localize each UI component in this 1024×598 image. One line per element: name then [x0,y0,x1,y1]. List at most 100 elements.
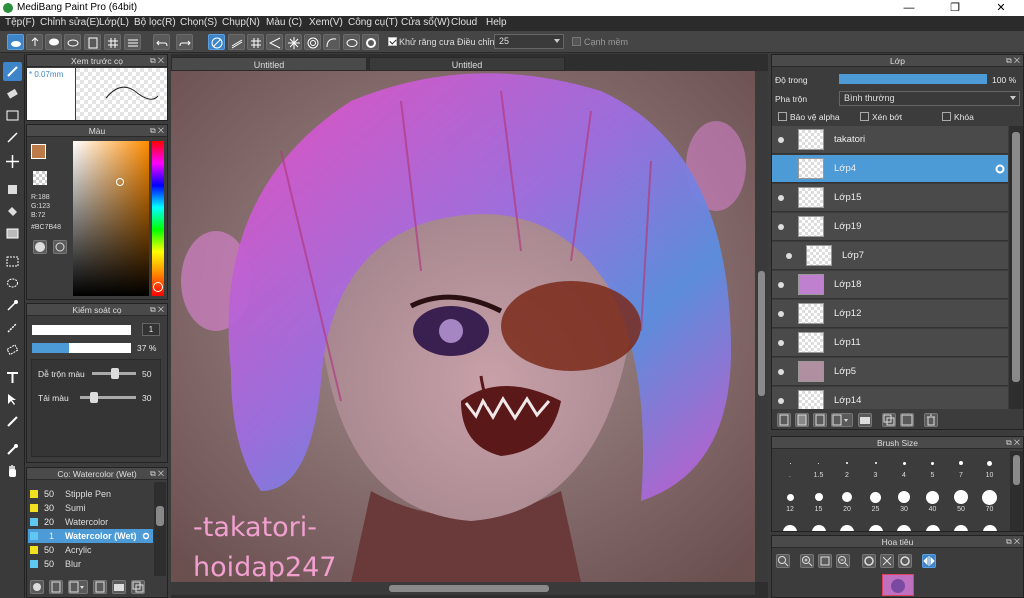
perspective-button[interactable] [266,34,283,50]
brush-size-dot[interactable] [868,525,883,531]
brush-size-scrollbar[interactable] [1010,451,1023,531]
eye-icon[interactable] [778,195,784,201]
move-tool[interactable] [3,152,22,171]
comment-button[interactable] [45,34,62,50]
menu-window[interactable]: Cửa sổ(W) [401,17,450,28]
brush-size-preset[interactable]: 15 [805,487,833,513]
select-pen-tool[interactable] [3,318,22,337]
fit-window-button[interactable] [818,554,832,568]
operation-tool[interactable] [3,390,22,409]
eye-icon[interactable] [778,398,784,404]
close-button[interactable]: ✕ [978,0,1024,16]
smooth-edge-checkbox[interactable] [572,37,581,46]
eyedropper-tool[interactable] [3,440,22,459]
brush-menu-button[interactable] [68,580,88,594]
delete-layer-button[interactable] [924,413,938,427]
clip-checkbox[interactable] [860,112,869,121]
brush-settings-button[interactable] [93,580,107,594]
drawing-canvas[interactable]: -takatori- hoidap247 [171,71,755,582]
brush-opacity-slider[interactable] [32,343,131,353]
brush-size-dot[interactable] [897,525,911,531]
brush-size-preset[interactable]: 50 [947,487,975,513]
duplicate-layer-button[interactable] [882,413,896,427]
layer-row-lop14[interactable]: Lớp14 [772,387,1008,409]
brush-tool[interactable] [3,62,22,81]
pen-tool[interactable] [3,128,22,147]
eraser-tool[interactable] [3,84,22,103]
panel-controls-icon[interactable]: ⧉ ✕ [1006,55,1020,67]
text-tool[interactable] [3,368,22,387]
brush-size-preset[interactable]: . [776,453,804,479]
blend-mode-select[interactable]: Bình thường [839,91,1020,106]
upload-button[interactable] [26,34,43,50]
parallel-ruler-button[interactable] [228,34,245,50]
brush-item-sumi[interactable]: 30 Sumi [28,501,153,515]
saturation-value-picker[interactable] [73,141,149,296]
layer-row-lop4[interactable]: Lớp4 [772,155,1008,183]
brush-size-preset[interactable]: 2 [833,453,861,479]
minimize-button[interactable]: — [886,0,932,16]
gradient-tool[interactable] [3,224,22,243]
panel-controls-icon[interactable]: ⧉ ✕ [150,468,164,480]
zoom-in-button[interactable] [800,554,814,568]
eye-icon[interactable] [778,282,784,288]
selection-off-button[interactable] [208,34,225,50]
color-history-button[interactable] [53,240,67,254]
cloud-save-button[interactable] [64,34,81,50]
cloud-button[interactable] [7,34,24,50]
layer-scroll-thumb[interactable] [1012,132,1020,382]
layer-row-lop15[interactable]: Lớp15 [772,184,1008,212]
brush-item-watercolor-wet[interactable]: 1 Watercolor (Wet) [28,529,153,543]
reload-slider[interactable] [80,396,136,399]
brush-size-preset[interactable]: 12 [776,487,804,513]
brush-size-dot[interactable] [811,525,826,531]
new-halftone-layer-button[interactable] [813,413,827,427]
brush-size-preset[interactable]: 7 [947,453,975,479]
brush-item-watercolor[interactable]: 20 Watercolor [28,515,153,529]
gear-icon[interactable] [142,532,150,540]
hand-tool[interactable] [3,462,22,481]
layer-row-lop11[interactable]: Lớp11 [772,329,1008,357]
menu-filter[interactable]: Bộ lọc(R) [134,17,176,28]
lock-checkbox[interactable] [942,112,951,121]
select-tool[interactable] [3,252,22,271]
reload-slider-handle[interactable] [90,392,98,403]
layer-row-lop19[interactable]: Lớp19 [772,213,1008,241]
lasso-tool[interactable] [3,274,22,293]
snap-settings-button[interactable] [362,34,379,50]
mix-slider-handle[interactable] [111,368,119,379]
gear-icon[interactable] [994,163,1006,175]
brush-size-preset[interactable]: 3 [862,453,890,479]
transparent-swatch[interactable] [33,171,47,185]
brush-size-preset[interactable]: 20 [833,487,861,513]
brush-folder-button[interactable] [112,580,126,594]
navigator-thumbnail[interactable] [882,574,914,596]
eye-icon[interactable] [778,340,784,346]
rotate-left-button[interactable] [862,554,876,568]
panel-controls-icon[interactable]: ⧉ ✕ [1006,437,1020,449]
zoom-fit-button[interactable] [776,554,790,568]
radial-button[interactable] [285,34,302,50]
ellipse-button[interactable] [343,34,360,50]
reset-rotation-button[interactable] [880,554,894,568]
brush-size-preset[interactable]: 40 [919,487,947,513]
grid-button[interactable] [104,34,121,50]
brush-size-preset[interactable]: 30 [890,487,918,513]
color-picker-handle[interactable] [116,178,124,186]
brush-copy-button[interactable] [131,580,145,594]
eye-icon[interactable] [786,253,792,259]
canvas-vscroll-thumb[interactable] [758,271,765,396]
adjust-select[interactable]: 25 [494,34,564,49]
menu-select[interactable]: Chọn(S) [180,17,217,28]
brush-size-value[interactable]: 1 [142,323,160,336]
layer-row-lop7[interactable]: Lớp7 [772,242,1008,270]
select-eraser-tool[interactable] [3,340,22,359]
layer-type-menu-button[interactable] [831,413,853,427]
layer-folder-button[interactable] [858,413,872,427]
canvas-horizontal-scrollbar[interactable] [171,582,755,595]
zoom-out-button[interactable] [836,554,850,568]
undo-button[interactable] [153,34,170,50]
antialias-checkbox[interactable] [388,37,397,46]
layer-opacity-slider[interactable] [839,74,987,84]
hue-handle[interactable] [153,282,163,292]
